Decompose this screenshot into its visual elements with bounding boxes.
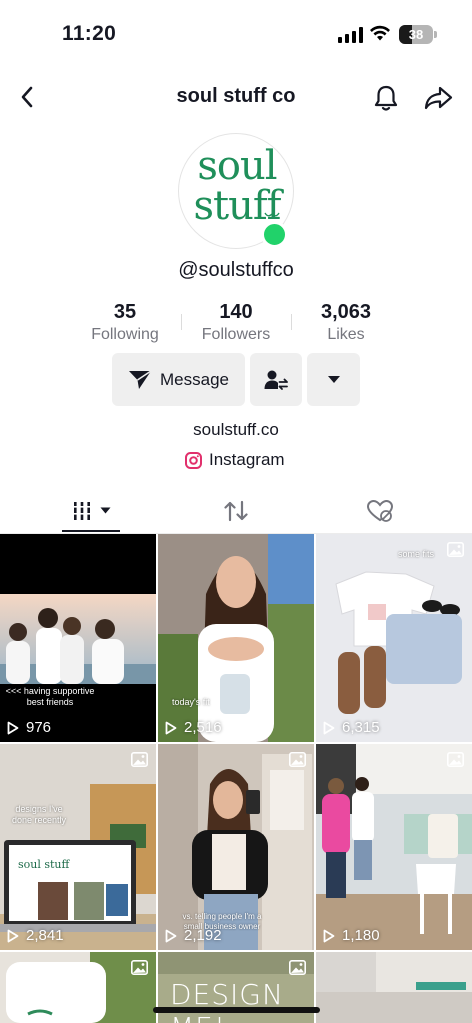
- view-count: 2,192: [184, 927, 222, 944]
- tab-videos[interactable]: [62, 487, 120, 534]
- stat-label: Likes: [327, 326, 365, 343]
- caret-down-icon: [327, 376, 340, 383]
- photo-carousel-icon: [289, 752, 306, 767]
- video-tile[interactable]: 1,180: [316, 744, 472, 950]
- user-swap-icon: [264, 370, 288, 390]
- tile-caption: DESIGN ME!: [170, 978, 284, 1023]
- tile-view-count: 976: [7, 719, 51, 736]
- video-thumbnail: [316, 952, 472, 1023]
- video-tile[interactable]: [0, 952, 156, 1023]
- instagram-label: Instagram: [209, 450, 285, 469]
- cellular-signal-icon: [338, 27, 363, 43]
- status-time: 11:20: [62, 22, 117, 45]
- active-tab-indicator: [62, 530, 120, 532]
- home-indicator[interactable]: [153, 1007, 320, 1013]
- laptop-screen-title: soul stuff: [18, 858, 70, 871]
- repost-icon: [224, 500, 248, 521]
- photo-carousel-icon: [447, 542, 464, 557]
- notifications-button[interactable]: [370, 82, 402, 114]
- play-icon: [165, 929, 177, 942]
- video-thumbnail: [316, 744, 472, 950]
- tile-view-count: 2,516: [165, 719, 222, 736]
- profile-stats: 35 Following 140 Followers 3,063 Likes: [0, 300, 472, 348]
- video-tile[interactable]: some fits 6,315: [316, 534, 472, 742]
- stat-label: Followers: [201, 326, 271, 343]
- videos-grid-icon: [71, 501, 92, 520]
- caret-down-icon: [100, 507, 110, 514]
- tab-liked[interactable]: [358, 487, 402, 534]
- play-icon: [7, 721, 19, 734]
- heart-hidden-icon: [366, 499, 394, 522]
- tile-view-count: 6,315: [323, 719, 380, 736]
- stat-value: 3,063: [320, 301, 372, 323]
- status-bar: 11:20 38: [0, 0, 472, 70]
- profile-header: soul stuff co: [0, 70, 472, 125]
- view-count: 2,841: [26, 927, 64, 944]
- stat-value: 140: [219, 301, 253, 323]
- video-tile[interactable]: <<< having supportive best friends 976: [0, 534, 156, 742]
- photo-carousel-icon: [447, 752, 464, 767]
- share-button[interactable]: [422, 82, 454, 114]
- instagram-icon: [185, 451, 202, 469]
- send-icon: [129, 369, 152, 389]
- video-thumbnail: [0, 744, 156, 950]
- video-tile[interactable]: soul stuff designs I've done recently 2,…: [0, 744, 156, 950]
- profile-tabs: [0, 487, 472, 534]
- back-button[interactable]: [12, 82, 42, 112]
- username: @soulstuffco: [178, 259, 294, 281]
- online-status-dot: [261, 221, 288, 248]
- tile-caption: some fits: [398, 549, 435, 559]
- stat-likes[interactable]: 3,063 Likes: [291, 300, 401, 346]
- tile-caption: designs I've done recently: [11, 804, 67, 825]
- smile-logo-mark: [264, 212, 280, 217]
- tab-reposts[interactable]: [214, 487, 258, 534]
- stat-value: 35: [113, 301, 137, 323]
- view-count: 6,315: [342, 719, 380, 736]
- share-arrow-icon: [424, 86, 453, 110]
- play-icon: [165, 721, 177, 734]
- wifi-icon: [370, 25, 390, 41]
- message-button[interactable]: Message: [112, 353, 245, 406]
- bell-icon: [374, 85, 398, 111]
- stat-following[interactable]: 35 Following: [70, 300, 180, 346]
- tile-view-count: 1,180: [323, 927, 380, 944]
- instagram-link[interactable]: Instagram: [185, 450, 285, 470]
- video-grid: <<< having supportive best friends 976 t…: [0, 534, 472, 1023]
- battery-icon: 38: [399, 25, 433, 44]
- video-tile[interactable]: today's fit 2,516: [158, 534, 314, 742]
- message-button-label: Message: [160, 369, 229, 389]
- play-icon: [323, 721, 335, 734]
- stat-followers[interactable]: 140 Followers: [181, 300, 291, 346]
- bio-link[interactable]: soulstuff.co: [0, 420, 472, 440]
- photo-carousel-icon: [131, 752, 148, 767]
- view-count: 2,516: [184, 719, 222, 736]
- tile-caption: <<< having supportive best friends: [5, 686, 95, 707]
- video-thumbnail: [316, 534, 472, 742]
- video-thumbnail: [158, 534, 314, 742]
- photo-carousel-icon: [131, 960, 148, 975]
- tile-view-count: 2,841: [7, 927, 64, 944]
- more-options-button[interactable]: [307, 353, 360, 406]
- battery-level: 38: [408, 27, 424, 42]
- view-count: 1,180: [342, 927, 380, 944]
- follow-button[interactable]: [250, 353, 302, 406]
- stat-label: Following: [91, 326, 159, 343]
- avatar-logo-line1: soul: [197, 143, 277, 189]
- tile-caption: today's fit: [172, 697, 210, 707]
- photo-carousel-icon: [289, 960, 306, 975]
- avatar-logo-line2: stuff: [193, 183, 282, 229]
- chevron-left-icon: [21, 86, 33, 108]
- play-icon: [323, 929, 335, 942]
- battery-cap: [434, 31, 437, 38]
- tile-view-count: 2,192: [165, 927, 222, 944]
- play-icon: [7, 929, 19, 942]
- video-tile[interactable]: [316, 952, 472, 1023]
- video-tile[interactable]: vs. telling people I'm a small business …: [158, 744, 314, 950]
- view-count: 976: [26, 719, 52, 736]
- video-thumbnail: [0, 594, 156, 684]
